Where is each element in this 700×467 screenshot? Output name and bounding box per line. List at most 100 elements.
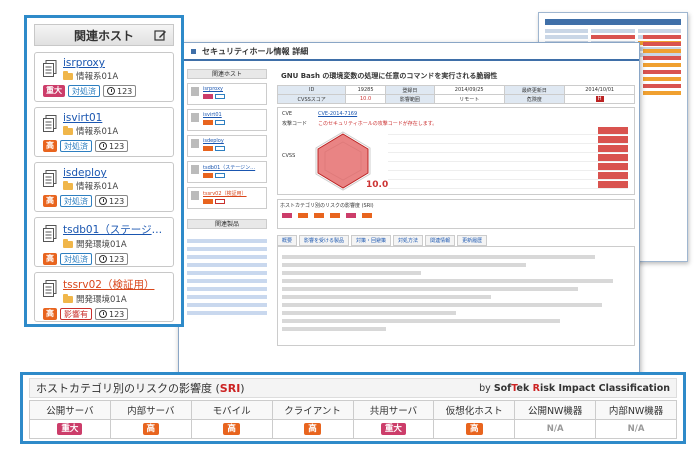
host-environment: 開発環境01A [63, 238, 169, 250]
tab-history[interactable]: 更新履歴 [457, 235, 488, 246]
tab-remediation[interactable]: 対処方法 [393, 235, 424, 246]
status-badge[interactable]: 対処済 [60, 195, 92, 207]
mini-host-card[interactable]: isdeploy [187, 135, 267, 157]
server-icon [43, 60, 57, 82]
vuln-title: GNU Bash の環境変数の処理に任意のコマンドを実行される脆弱性 [281, 72, 498, 80]
edit-icon[interactable] [154, 29, 167, 45]
history-count-badge[interactable]: 123 [95, 253, 129, 265]
clock-icon [99, 310, 107, 318]
host-name-link[interactable]: tsdb01（ステージン… [63, 222, 169, 237]
clock-icon [107, 87, 115, 95]
cvss-radar-section: CVE CVE-2014-7169 攻撃コード このセキュリティホールの攻撃コー… [277, 107, 635, 195]
sri-level-badge: 高 [466, 423, 483, 435]
host-name-link[interactable]: isvirt01 [63, 112, 169, 124]
history-count-badge[interactable]: 123 [95, 140, 129, 152]
status-badge[interactable]: 影響有 [60, 308, 92, 320]
host-environment: 情報系01A [63, 125, 169, 137]
sri-level-badge: 重大 [380, 423, 406, 435]
detail-tabs: 概要 影響を受ける製品 対策・回避策 対処方法 関連情報 更新履歴 [277, 235, 635, 246]
host-name-link[interactable]: isrproxy [63, 57, 169, 69]
host-card[interactable]: isrproxy 情報系01A 重大 対処済 123 [34, 52, 174, 102]
server-icon [43, 225, 57, 247]
sri-level-cell: 重大 [353, 420, 435, 439]
sri-title: ホストカテゴリ別のリスクの影響度 (SRI) [36, 382, 245, 395]
host-card[interactable]: tssrv02（検証用） 開発環境01A 高影響有 123 [34, 272, 174, 322]
server-icon [43, 280, 57, 302]
severity-badge: 高 [43, 195, 57, 207]
sri-level-badge: N/A [627, 424, 645, 434]
history-count-badge[interactable]: 123 [95, 195, 129, 207]
sri-category-header: 公開サーバ [30, 401, 111, 420]
sri-category-header: 共用サーバ [353, 401, 435, 420]
clock-icon [99, 255, 107, 263]
sri-level-cell: N/A [515, 420, 597, 439]
folder-icon [63, 293, 73, 303]
sri-category-header: 公開NW機器 [515, 401, 597, 420]
mini-host-card[interactable]: isvirt01 [187, 109, 267, 131]
sri-attribution: by SofTek Risk Impact Classification [479, 382, 670, 394]
tab-overview[interactable]: 概要 [277, 235, 298, 246]
mini-host-card[interactable]: tssrv02（検証用） [187, 187, 267, 209]
sri-level-cell: 高 [191, 420, 273, 439]
folder-icon [63, 125, 73, 135]
cve-link[interactable]: CVE-2014-7169 [318, 111, 357, 117]
host-environment: 開発環境01A [63, 293, 169, 305]
host-name-link[interactable]: tssrv02（検証用） [63, 277, 169, 292]
sri-level-cell: 高 [434, 420, 516, 439]
severity-badge: 高 [43, 140, 57, 152]
sri-panel: ホストカテゴリ別のリスクの影響度 (SRI) by SofTek Risk Im… [20, 372, 686, 444]
sri-category-header: 内部サーバ [110, 401, 192, 420]
status-badge[interactable]: 対処済 [68, 85, 100, 97]
sri-level-badge: 高 [223, 423, 240, 435]
sri-header: ホストカテゴリ別のリスクの影響度 (SRI) by SofTek Risk Im… [29, 378, 677, 398]
sri-category-header: 内部NW機器 [596, 401, 677, 420]
host-environment: 情報系01A [63, 70, 169, 82]
tab-workaround[interactable]: 対策・回避策 [351, 235, 392, 246]
status-badge[interactable]: 対処済 [60, 253, 92, 265]
mini-product-list [187, 239, 267, 315]
sri-category-header: クライアント [272, 401, 354, 420]
severity-badge: 高 [43, 253, 57, 265]
sri-level-cell: N/A [596, 420, 677, 439]
history-count-badge[interactable]: 123 [103, 85, 137, 97]
folder-icon [63, 180, 73, 190]
sri-level-cell: 高 [110, 420, 192, 439]
sri-level-badge: N/A [546, 424, 564, 434]
screenshot-stage: セキュリティホール情報 詳細 関連ホスト isrproxy isvirt01 i… [0, 0, 700, 467]
mini-host-sidebar: 関連ホスト isrproxy isvirt01 isdeploy tsdb01（… [187, 69, 267, 319]
mini-products-header: 関連製品 [187, 219, 267, 229]
host-environment: 情報系01A [63, 180, 169, 192]
sri-level-badge: 高 [142, 423, 160, 435]
cvss-score: 10.0 [366, 180, 389, 190]
mini-host-card[interactable]: tsdb01（ステージン… [187, 161, 267, 183]
mini-main-content: GNU Bash の環境変数の処理に任意のコマンドを実行される脆弱性 ID 192… [276, 67, 635, 346]
tab-affected-products[interactable]: 影響を受ける製品 [299, 235, 350, 246]
sri-level-badge: 重大 [57, 423, 83, 435]
detail-page-screenshot: セキュリティホール情報 詳細 関連ホスト isrproxy isvirt01 i… [178, 42, 640, 382]
folder-icon [63, 70, 73, 80]
host-card[interactable]: isvirt01 情報系01A 高対処済 123 [34, 107, 174, 157]
sri-level-cell: 高 [272, 420, 354, 439]
clock-icon [99, 142, 107, 150]
host-card[interactable]: tsdb01（ステージン… 開発環境01A 高対処済 123 [34, 217, 174, 267]
sri-level-badge: 高 [304, 423, 321, 435]
host-name-link[interactable]: isdeploy [63, 167, 169, 179]
severity-badge: 高 [43, 308, 57, 320]
server-icon [43, 170, 57, 192]
related-hosts-header: 関連ホスト [34, 24, 174, 46]
panel-title: 関連ホスト [73, 28, 134, 43]
history-count-badge[interactable]: 123 [95, 308, 129, 320]
sri-category-header: モバイル [191, 401, 273, 420]
mini-host-card[interactable]: isrproxy [187, 83, 267, 105]
mini-host-header: 関連ホスト [187, 69, 267, 79]
description-body [277, 246, 635, 346]
server-icon [43, 115, 57, 137]
host-card[interactable]: isdeploy 情報系01A 高対処済 123 [34, 162, 174, 212]
sri-table: 公開サーバ 内部サーバ モバイル クライアント 共用サーバ 仮想化ホスト 公開NW機器 内部N… [29, 400, 677, 439]
folder-icon [63, 238, 73, 248]
page-title: セキュリティホール情報 詳細 [179, 43, 639, 61]
status-badge[interactable]: 対処済 [60, 140, 92, 152]
related-hosts-panel: 関連ホスト isrproxy 情報系01A 重大 対処済 123 isvirt01 情報系0… [24, 15, 184, 327]
tab-related-info[interactable]: 関連情報 [425, 235, 456, 246]
mini-sri-table: ホストカテゴリ別のリスクの影響度 (SRI) [277, 199, 635, 229]
